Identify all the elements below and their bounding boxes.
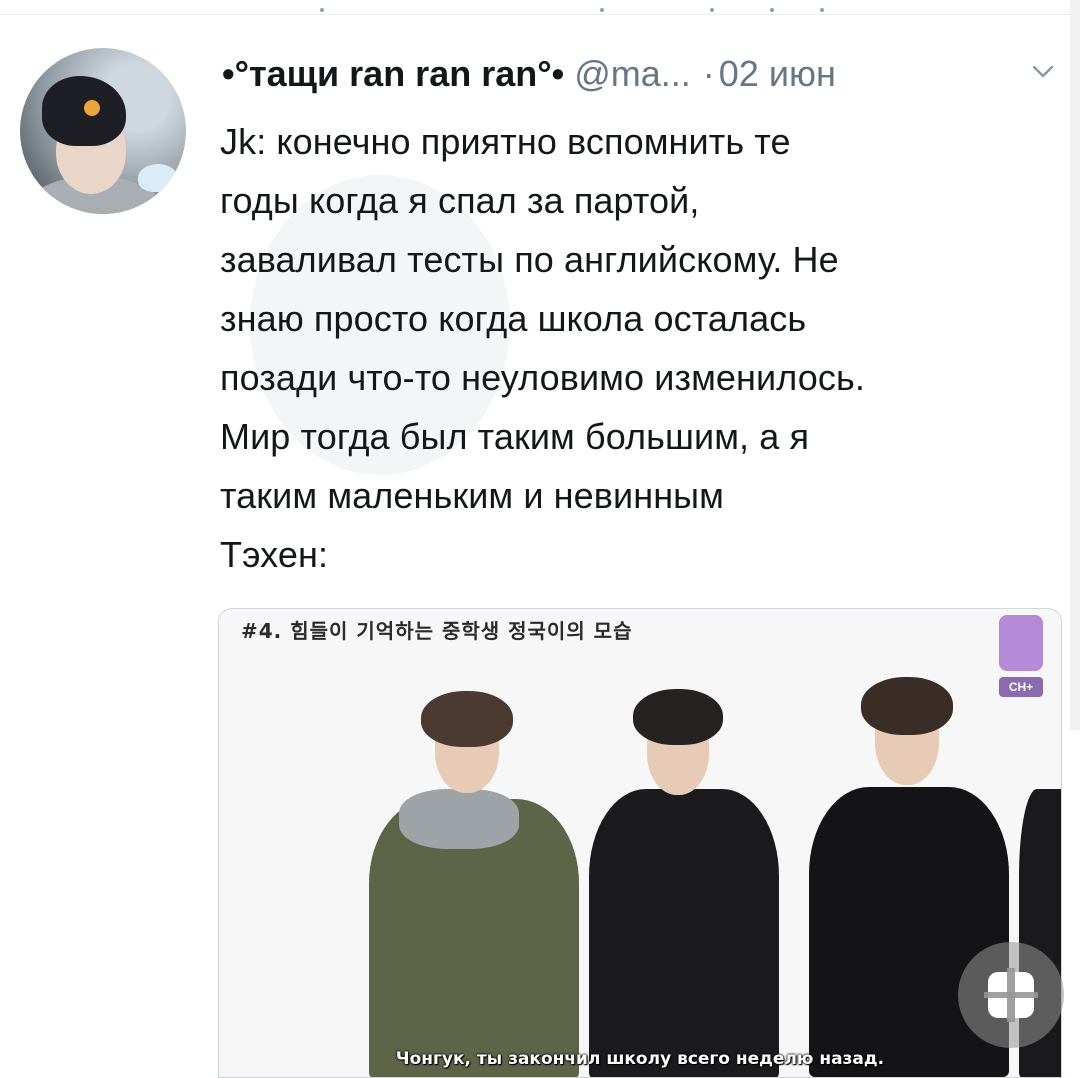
separator-dot: · bbox=[702, 53, 715, 94]
tweet-line: заваливал тесты по английскому. Не bbox=[220, 239, 839, 280]
profile-avatar[interactable] bbox=[20, 48, 186, 214]
tweet-media-image[interactable]: #4. 힘들이 기억하는 중학생 정국이의 모습 CH+ Чонгук, ты … bbox=[218, 608, 1062, 1078]
tweet-line: знаю просто когда школа осталась bbox=[220, 298, 807, 339]
google-lens-icon[interactable] bbox=[958, 942, 1064, 1048]
tweet-line: позади что-то неуловимо изменилось. bbox=[220, 357, 865, 398]
tweet-header: •°тащи ran ran ran°• @ma... · 02 июн bbox=[222, 52, 1062, 96]
tweet-line: Jk: конечно приятно вспомнить те bbox=[220, 121, 791, 162]
person-hair bbox=[861, 677, 953, 735]
scrollbar[interactable] bbox=[1070, 0, 1080, 730]
user-handle[interactable]: @ma... bbox=[574, 53, 691, 94]
chevron-down-icon[interactable] bbox=[1030, 58, 1056, 84]
avatar-ornament bbox=[84, 100, 100, 116]
tweet-line: Тэхен: bbox=[220, 534, 329, 575]
video-caption: #4. 힘들이 기억하는 중학생 정국이의 모습 bbox=[241, 619, 633, 643]
person-hood bbox=[399, 789, 519, 849]
person-middle bbox=[589, 669, 779, 1077]
person-hair bbox=[633, 689, 723, 745]
tweet-line: таким маленьким и невинным bbox=[220, 475, 724, 516]
person-left bbox=[369, 669, 579, 1077]
top-ui-fragments bbox=[300, 8, 840, 16]
tweet-line: годы когда я спал за партой, bbox=[220, 180, 700, 221]
tweet-date[interactable]: 02 июн bbox=[719, 53, 836, 94]
display-name[interactable]: •°тащи ran ran ran°• bbox=[222, 53, 564, 94]
avatar-sticker bbox=[138, 164, 178, 192]
video-subtitle: Чонгук, ты закончил школу всего неделю н… bbox=[395, 1049, 885, 1069]
lens-bar bbox=[984, 992, 1038, 998]
tweet-line: Мир тогда был таким большим, а я bbox=[220, 416, 810, 457]
tweet-text: Jk: конечно приятно вспомнить те годы ко… bbox=[220, 112, 1060, 584]
person-hoodie bbox=[589, 789, 779, 1077]
person-hair bbox=[421, 691, 513, 747]
